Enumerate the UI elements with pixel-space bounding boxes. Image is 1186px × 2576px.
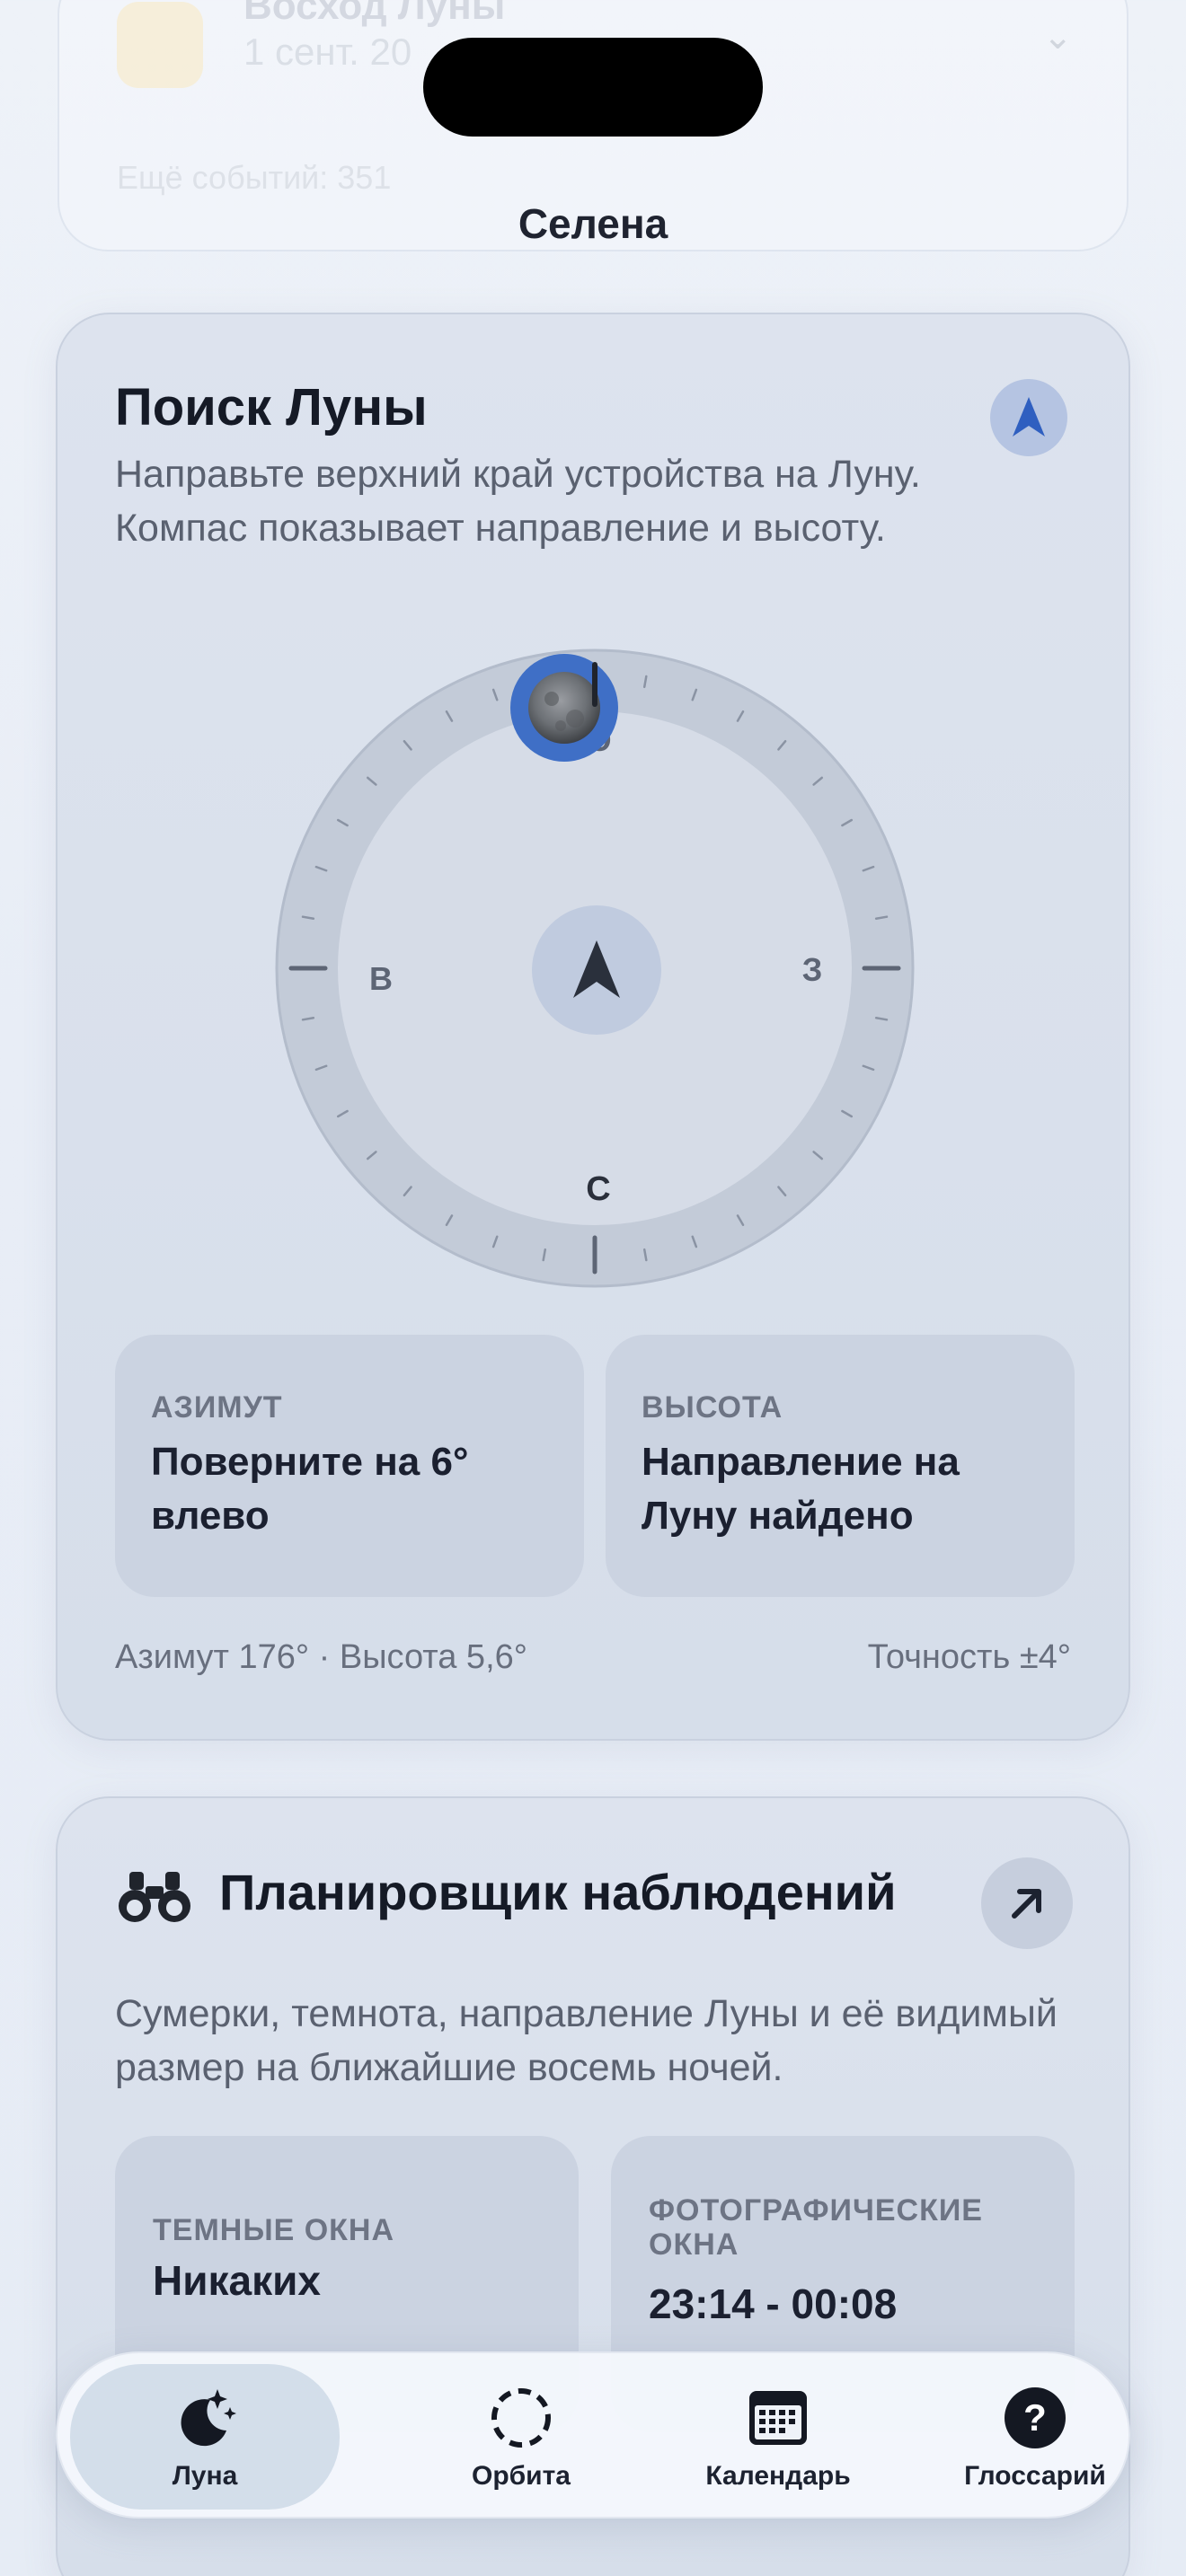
dark-windows-label: ТЕМНЫЕ ОКНА	[153, 2213, 395, 2247]
compass: З В С Ю	[273, 647, 916, 1290]
arrow-up-right-icon	[1012, 1889, 1041, 1919]
moon-finder-card: Поиск Луны Направьте верхний край устрой…	[56, 313, 1130, 1741]
moon-finder-title: Поиск Луны	[115, 378, 428, 437]
compass-label-east: В	[369, 960, 393, 997]
tab-moon[interactable]: Луна	[70, 2364, 340, 2510]
tab-glossary-label: Глоссарий	[964, 2461, 1106, 2491]
photo-windows-label: ФОТОГРАФИЧЕСКИЕ ОКНА	[649, 2193, 983, 2262]
chevron-down-icon: ⌄	[1042, 17, 1073, 57]
event-date: 1 сент. 20	[243, 31, 412, 73]
event-title: Восход Луны	[243, 0, 506, 28]
altitude-value: Направление на Луну найдено	[642, 1440, 960, 1538]
moon-stars-icon	[169, 2382, 241, 2454]
tab-calendar[interactable]: Календарь	[643, 2364, 913, 2510]
tab-orbit[interactable]: Орбита	[386, 2364, 656, 2510]
more-events: Ещё событий: 351	[117, 159, 392, 196]
tab-calendar-label: Календарь	[705, 2461, 851, 2491]
altitude-label: ВЫСОТА	[642, 1390, 783, 1425]
direction-arrow-icon	[573, 940, 620, 998]
compass-label-west: З	[802, 951, 823, 988]
tab-moon-label: Луна	[172, 2461, 238, 2491]
svg-text:?: ?	[1023, 2396, 1047, 2439]
azimuth-tile: АЗИМУТ Поверните на 6° влево	[115, 1335, 584, 1597]
compass-label-north: С	[586, 1170, 610, 1208]
location-arrow-button[interactable]	[990, 379, 1067, 456]
tab-glossary[interactable]: ? Глоссарий	[900, 2364, 1170, 2510]
tab-orbit-label: Орбита	[471, 2461, 571, 2491]
question-icon: ?	[999, 2382, 1071, 2454]
moonrise-icon	[117, 2, 203, 88]
photo-windows-value: 23:14 - 00:08	[649, 2280, 898, 2327]
azimuth-value: Поверните на 6° влево	[151, 1440, 469, 1538]
azimuth-label: АЗИМУТ	[151, 1390, 283, 1425]
binoculars-icon	[119, 1872, 190, 1922]
moon-marker	[510, 654, 618, 762]
azimuth-altitude-readout: Азимут 176° · Высота 5,6°	[115, 1638, 527, 1676]
altitude-tile: ВЫСОТА Направление на Луну найдено	[606, 1335, 1075, 1597]
moon-finder-description: Направьте верхний край устройства на Лун…	[115, 453, 921, 550]
open-planner-button[interactable]	[981, 1857, 1073, 1949]
planner-title: Планировщик наблюдений	[219, 1864, 897, 1920]
dynamic-island	[423, 38, 763, 137]
dashed-circle-icon	[485, 2382, 557, 2454]
location-arrow-icon	[1013, 397, 1045, 437]
compass-center-button[interactable]	[532, 905, 661, 1035]
planner-description: Сумерки, темнота, направление Луны и её …	[115, 1992, 1058, 2089]
calendar-icon	[742, 2382, 814, 2454]
app-title: Селена	[518, 200, 668, 247]
dark-windows-value: Никаких	[153, 2257, 321, 2304]
tab-bar: Луна Орбита Календарь ? Глоссарий	[56, 2351, 1130, 2519]
accuracy-readout: Точность ±4°	[867, 1638, 1071, 1676]
